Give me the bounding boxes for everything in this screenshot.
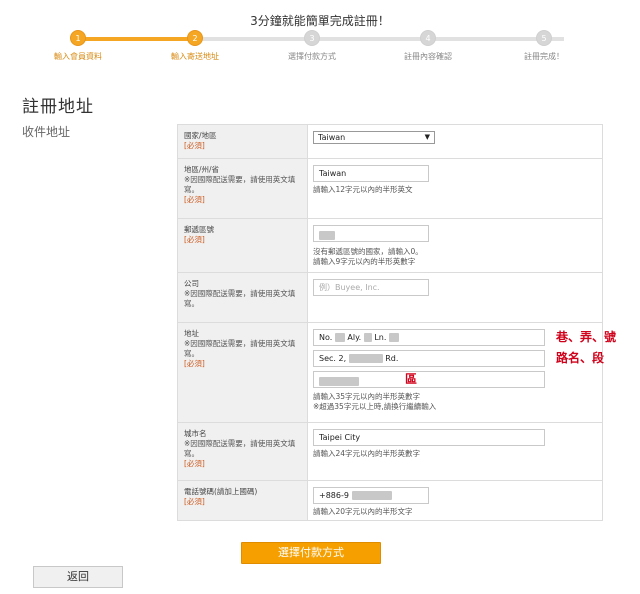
phone-label-cell: 電話號碼(請加上國碼) [必須] — [178, 481, 308, 520]
city-input[interactable]: Taipei City — [313, 429, 545, 446]
row-company: 公司 ※因國際配送需要，請使用英文填寫。 例）Buyee, Inc. — [178, 273, 602, 323]
step-3: 3 選擇付款方式 — [272, 30, 352, 62]
select-payment-button[interactable]: 選擇付款方式 — [241, 542, 381, 564]
step-2-dot: 2 — [187, 30, 203, 46]
annotation-road-section: 路名、段 — [556, 351, 605, 365]
phone-value: +886-9 — [319, 491, 349, 500]
redacted-value — [351, 491, 392, 500]
step-4-dot: 4 — [420, 30, 436, 46]
state-hint: 請輸入12字元以內的半形英文 — [313, 185, 413, 194]
address-line-3-input[interactable] — [313, 371, 545, 388]
address-line-3-wrap: 區 — [313, 371, 597, 388]
step-2: 2 輸入寄送地址 — [155, 30, 235, 62]
step-4-label: 註冊內容確認 — [404, 52, 452, 61]
phone-input[interactable]: +886-9 — [313, 487, 429, 504]
english-note: ※因國際配送需要，請使用英文填寫。 — [184, 439, 296, 458]
step-3-label: 選擇付款方式 — [288, 52, 336, 61]
address-hint-overflow: ※超過35字元以上時,請換行繼續輸入 — [313, 402, 437, 411]
row-address: 地址 ※因國際配送需要，請使用英文填寫。 [必須] No. Aly. Ln. 巷… — [178, 323, 616, 423]
required-badge: [必須] — [184, 497, 205, 506]
address-line-2-part: Sec. 2, — [319, 354, 347, 363]
company-value-cell: 例）Buyee, Inc. — [308, 273, 602, 322]
annotation-district: 區 — [405, 372, 418, 386]
address-line-2-input[interactable]: Sec. 2, Rd. — [313, 350, 545, 367]
required-badge: [必須] — [184, 359, 205, 368]
required-badge: [必須] — [184, 235, 205, 244]
country-value-cell: Taiwan ▼ — [308, 125, 602, 158]
required-badge: [必須] — [184, 459, 205, 468]
postal-input[interactable] — [313, 225, 429, 242]
annotation-lane-alley-number: 巷、弄、號 — [556, 330, 617, 344]
phone-label: 電話號碼(請加上國碼) — [184, 487, 258, 496]
postal-label-cell: 郵遞區號 [必須] — [178, 219, 308, 272]
step-5: 5 註冊完成！ — [504, 30, 584, 62]
row-country: 國家/地區 [必須] Taiwan ▼ — [178, 125, 602, 159]
country-label-cell: 國家/地區 [必須] — [178, 125, 308, 158]
registration-progress: 1 輸入會員資料 2 輸入寄送地址 3 選擇付款方式 4 註冊內容確認 5 註冊… — [20, 30, 620, 70]
phone-hint: 請輸入20字元以內的半形文字 — [313, 507, 413, 516]
redacted-value — [319, 376, 359, 386]
row-state: 地區/州/省 ※因國際配送需要，請使用英文填寫。 [必須] Taiwan 請輸入… — [178, 159, 602, 219]
redacted-value — [363, 333, 372, 342]
state-value-cell: Taiwan 請輸入12字元以內的半形英文 — [308, 159, 602, 218]
address-line-1-input[interactable]: No. Aly. Ln. — [313, 329, 545, 346]
address-line-2-wrap: Sec. 2, Rd. 路名、段 — [313, 350, 604, 367]
step-3-dot: 3 — [304, 30, 320, 46]
state-label: 地區/州/省 — [184, 165, 220, 174]
state-input[interactable]: Taiwan — [313, 165, 429, 182]
address-line-2-part: Rd. — [385, 354, 399, 363]
city-label-cell: 城市名 ※因國際配送需要，請使用英文填寫。 [必須] — [178, 423, 308, 480]
city-value-cell: Taipei City 請輸入24字元以內的半形英數字 — [308, 423, 602, 480]
postal-label: 郵遞區號 — [184, 225, 214, 234]
address-label: 地址 — [184, 329, 199, 338]
company-label-cell: 公司 ※因國際配送需要，請使用英文填寫。 — [178, 273, 308, 322]
city-hint: 請輸入24字元以內的半形英數字 — [313, 449, 421, 458]
state-label-cell: 地區/州/省 ※因國際配送需要，請使用英文填寫。 [必須] — [178, 159, 308, 218]
step-1: 1 輸入會員資料 — [38, 30, 118, 62]
address-line-1-part: Aly. — [347, 333, 362, 342]
address-hint-length: 請輸入35字元以內的半形英數字 — [313, 392, 421, 401]
country-select-value: Taiwan — [318, 133, 346, 142]
required-badge: [必須] — [184, 141, 205, 150]
step-2-label: 輸入寄送地址 — [171, 52, 219, 61]
postal-hint-length: 請輸入9字元以內的半形英數字 — [313, 257, 416, 266]
english-note: ※因國際配送需要，請使用英文填寫。 — [184, 175, 296, 194]
chevron-down-icon: ▼ — [424, 133, 430, 141]
country-select[interactable]: Taiwan ▼ — [313, 131, 435, 144]
section-label: 收件地址 — [22, 125, 71, 139]
step-5-dot: 5 — [536, 30, 552, 46]
step-4: 4 註冊內容確認 — [388, 30, 468, 62]
postal-value-cell: 沒有郵遞區號的國家，請輸入0。 請輸入9字元以內的半形英數字 — [308, 219, 602, 272]
page-header-title: 3分鐘就能簡單完成註冊！ — [250, 14, 390, 28]
redacted-value — [348, 354, 383, 363]
step-1-dot: 1 — [70, 30, 86, 46]
address-line-1-wrap: No. Aly. Ln. 巷、弄、號 — [313, 329, 616, 346]
company-input[interactable]: 例）Buyee, Inc. — [313, 279, 429, 296]
address-form: 國家/地區 [必須] Taiwan ▼ 地區/州/省 ※因國際配送需要，請使用英… — [177, 124, 616, 521]
english-note: ※因國際配送需要，請使用英文填寫。 — [184, 339, 296, 358]
address-label-cell: 地址 ※因國際配送需要，請使用英文填寫。 [必須] — [178, 323, 308, 422]
company-label: 公司 — [184, 279, 199, 288]
address-value-cell: No. Aly. Ln. 巷、弄、號 Sec. 2, Rd. 路名、段 區 請輸… — [308, 323, 616, 422]
redacted-value — [319, 230, 335, 240]
page-title: 註冊地址 — [22, 97, 94, 117]
english-note: ※因國際配送需要，請使用英文填寫。 — [184, 289, 296, 308]
country-label: 國家/地區 — [184, 131, 217, 140]
address-line-1-part: No. — [319, 333, 333, 342]
city-label: 城市名 — [184, 429, 207, 438]
step-1-label: 輸入會員資料 — [54, 52, 102, 61]
required-badge: [必須] — [184, 195, 205, 204]
address-line-1-part: Ln. — [374, 333, 387, 342]
postal-hint-zero: 沒有郵遞區號的國家，請輸入0。 — [313, 247, 423, 256]
row-postal: 郵遞區號 [必須] 沒有郵遞區號的國家，請輸入0。 請輸入9字元以內的半形英數字 — [178, 219, 602, 273]
phone-value-cell: +886-9 請輸入20字元以內的半形文字 — [308, 481, 602, 520]
redacted-value — [334, 333, 345, 342]
row-city: 城市名 ※因國際配送需要，請使用英文填寫。 [必須] Taipei City 請… — [178, 423, 602, 481]
back-button[interactable]: 返回 — [33, 566, 123, 588]
redacted-value — [388, 333, 399, 342]
row-phone: 電話號碼(請加上國碼) [必須] +886-9 請輸入20字元以內的半形文字 — [178, 481, 602, 521]
step-5-label: 註冊完成！ — [524, 52, 564, 61]
